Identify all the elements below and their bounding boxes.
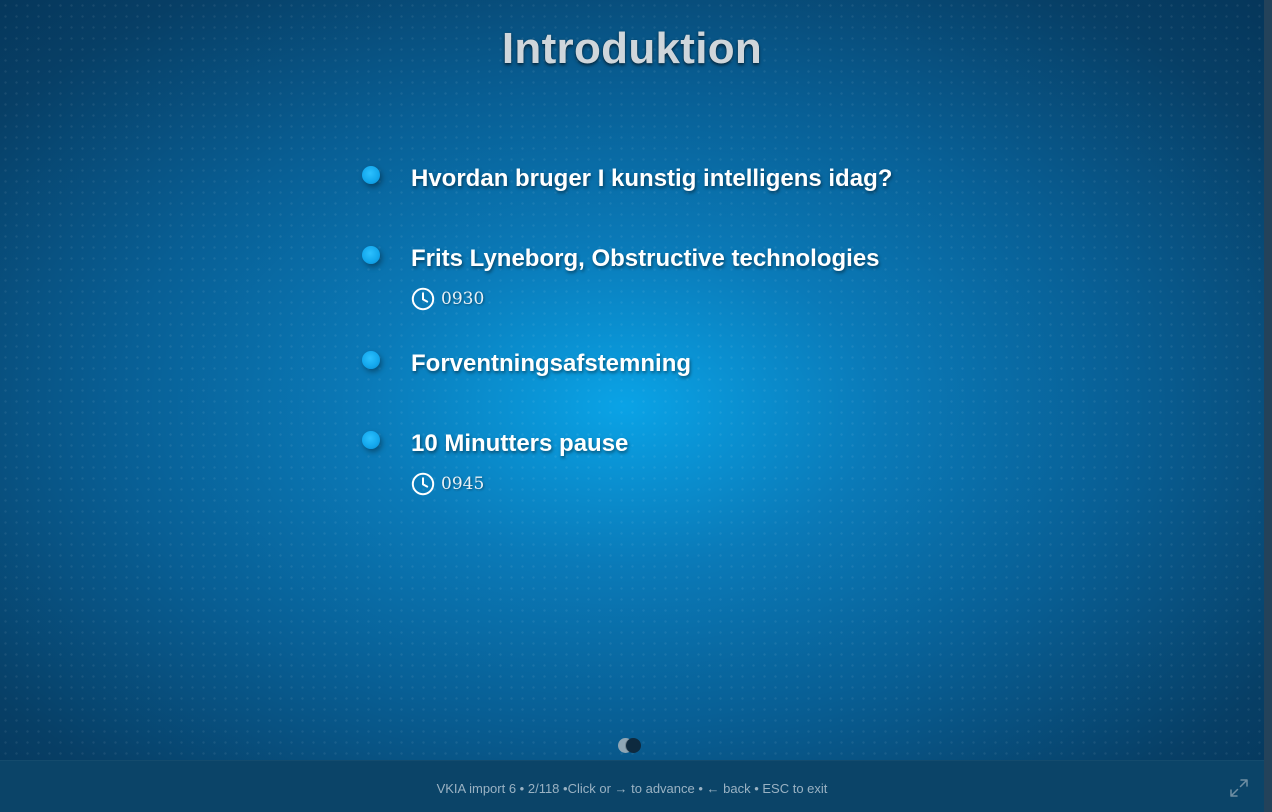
window-edge — [1264, 0, 1272, 812]
bullet-dot-icon — [362, 351, 380, 369]
slide-nav-toggle-icon[interactable] — [618, 738, 642, 753]
clock-icon — [411, 287, 435, 311]
clock-icon — [411, 472, 435, 496]
agenda-item-time: 0945 — [411, 472, 484, 496]
bullet-dot-icon — [362, 246, 380, 264]
fullscreen-expand-icon[interactable] — [1230, 779, 1248, 797]
time-value: 0930 — [441, 289, 485, 309]
time-value: 0945 — [441, 474, 485, 494]
bullet-dot-icon — [362, 431, 380, 449]
agenda-item-label: Hvordan bruger I kunstig intelligens ida… — [411, 165, 893, 192]
bullet-dot-icon — [362, 166, 380, 184]
nav-toggle-dark-dot — [626, 738, 641, 753]
agenda-item-time: 0930 — [411, 287, 484, 311]
agenda-item-label: Frits Lyneborg, Obstructive technologies — [411, 245, 880, 272]
agenda-item-label: Forventningsafstemning — [411, 350, 692, 377]
agenda-list: Hvordan bruger I kunstig intelligens ida… — [0, 0, 1264, 760]
footer-hint-text: VKIA import 6 • 2/118 •Click or → to adv… — [436, 781, 828, 796]
presenter-footer: VKIA import 6 • 2/118 •Click or → to adv… — [0, 760, 1264, 812]
agenda-item-label: 10 Minutters pause — [411, 430, 629, 457]
slide-stage[interactable]: Introduktion Hvordan bruger I kunstig in… — [0, 0, 1272, 812]
